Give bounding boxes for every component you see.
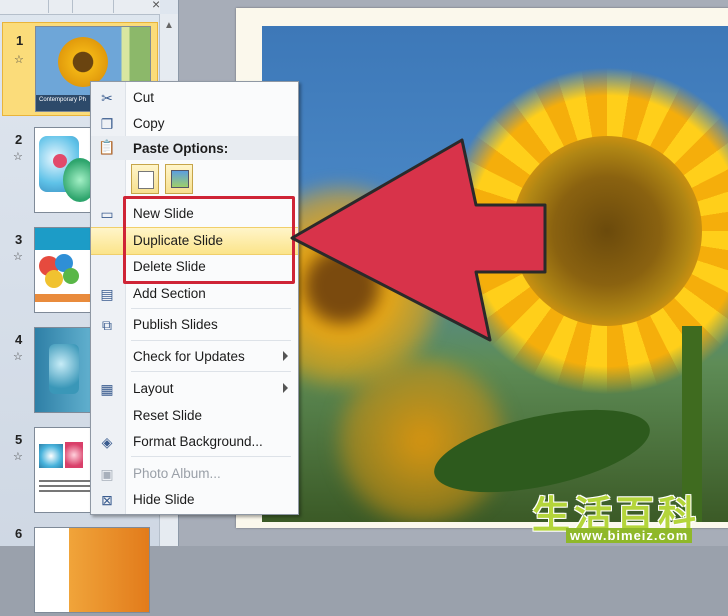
- picture-image: [39, 444, 63, 468]
- menu-item-photo-album: ▣ Photo Album...: [91, 461, 298, 487]
- picture-icon: [171, 170, 189, 188]
- slide-number: 1: [16, 33, 24, 48]
- transition-star-icon: ☆: [13, 251, 23, 263]
- thumbnail-slot-6[interactable]: 6: [2, 524, 158, 616]
- menu-item-label: Check for Updates: [133, 349, 245, 364]
- color-dot: [63, 268, 79, 284]
- picture-image: [65, 442, 83, 468]
- new-slide-icon: ▭: [100, 206, 114, 222]
- scroll-up-icon[interactable]: ▲: [164, 20, 174, 31]
- paint-bucket-icon: ◈: [101, 434, 113, 450]
- paste-keep-text-button[interactable]: [131, 164, 159, 194]
- paste-options-header: 📋 Paste Options:: [91, 136, 298, 160]
- document-icon: [138, 171, 154, 189]
- transition-star-icon: ☆: [13, 451, 23, 463]
- submenu-arrow-icon: [283, 351, 288, 361]
- slide-number: 2: [15, 132, 23, 147]
- transition-star-icon: ☆: [13, 151, 23, 163]
- scissors-icon: ✂: [101, 90, 113, 106]
- current-slide[interactable]: [236, 8, 728, 528]
- layout-icon: ▦: [100, 381, 114, 397]
- submenu-arrow-icon: [283, 383, 288, 393]
- color-dot: [45, 270, 63, 288]
- menu-item-label: Cut: [133, 90, 155, 105]
- menu-item-label: Layout: [133, 381, 174, 396]
- menu-item-label: Photo Album...: [133, 466, 221, 481]
- photo-album-icon: ▣: [100, 466, 114, 482]
- menu-item-label: Copy: [133, 116, 165, 131]
- clipboard-icon: 📋: [98, 139, 116, 155]
- slide-thumbnail[interactable]: [34, 527, 150, 613]
- liquid-image: [53, 154, 67, 168]
- paste-picture-button[interactable]: [165, 164, 193, 194]
- menu-item-label: Reset Slide: [133, 408, 203, 423]
- watermark: 生活百科 www.bimeiz.com: [532, 484, 728, 546]
- slide-number: 6: [15, 526, 23, 541]
- glassware-image: [49, 344, 79, 394]
- menu-section-label: Paste Options:: [133, 141, 229, 156]
- menu-separator: [131, 340, 291, 341]
- menu-item-publish-slides[interactable]: ⧉ Publish Slides: [91, 312, 298, 338]
- context-menu: ✂ Cut ❐ Copy 📋 Paste Options: ▭ New Slid…: [90, 81, 299, 515]
- add-section-icon: ▤: [100, 286, 114, 302]
- menu-item-label: Add Section: [133, 286, 206, 301]
- tab-outline[interactable]: [72, 0, 114, 13]
- highlight-box: [123, 196, 295, 284]
- tab-slides[interactable]: [0, 0, 49, 13]
- close-pane-icon[interactable]: ×: [152, 0, 160, 12]
- publish-icon: ⧉: [102, 317, 112, 333]
- watermark-url: www.bimeiz.com: [566, 528, 693, 543]
- menu-separator: [131, 456, 291, 457]
- slide-number: 5: [15, 432, 23, 447]
- menu-item-copy[interactable]: ❐ Copy: [91, 111, 298, 137]
- menu-item-reset-slide[interactable]: Reset Slide: [91, 403, 298, 429]
- transition-star-icon: ☆: [14, 54, 24, 66]
- sunflower-center: [512, 136, 702, 326]
- menu-item-label: Hide Slide: [133, 492, 195, 507]
- hide-slide-icon: ⊠: [101, 492, 113, 508]
- menu-separator: [131, 308, 291, 309]
- menu-item-label: Publish Slides: [133, 317, 218, 332]
- menu-item-add-section[interactable]: ▤ Add Section: [91, 281, 298, 307]
- copy-icon: ❐: [100, 116, 114, 132]
- transition-star-icon: ☆: [13, 351, 23, 363]
- pane-tab-bar: ×: [0, 0, 160, 15]
- menu-item-check-for-updates[interactable]: Check for Updates: [91, 344, 298, 370]
- menu-item-cut[interactable]: ✂ Cut: [91, 85, 298, 111]
- sunflower-photo[interactable]: [262, 26, 728, 522]
- menu-item-label: Format Background...: [133, 434, 263, 449]
- slide-number: 4: [15, 332, 23, 347]
- menu-separator: [131, 371, 291, 372]
- menu-item-hide-slide[interactable]: ⊠ Hide Slide: [91, 487, 298, 513]
- slide-number: 3: [15, 232, 23, 247]
- menu-item-format-background[interactable]: ◈ Format Background...: [91, 429, 298, 455]
- sunflower-image: [58, 37, 108, 87]
- menu-item-layout[interactable]: ▦ Layout: [91, 376, 298, 402]
